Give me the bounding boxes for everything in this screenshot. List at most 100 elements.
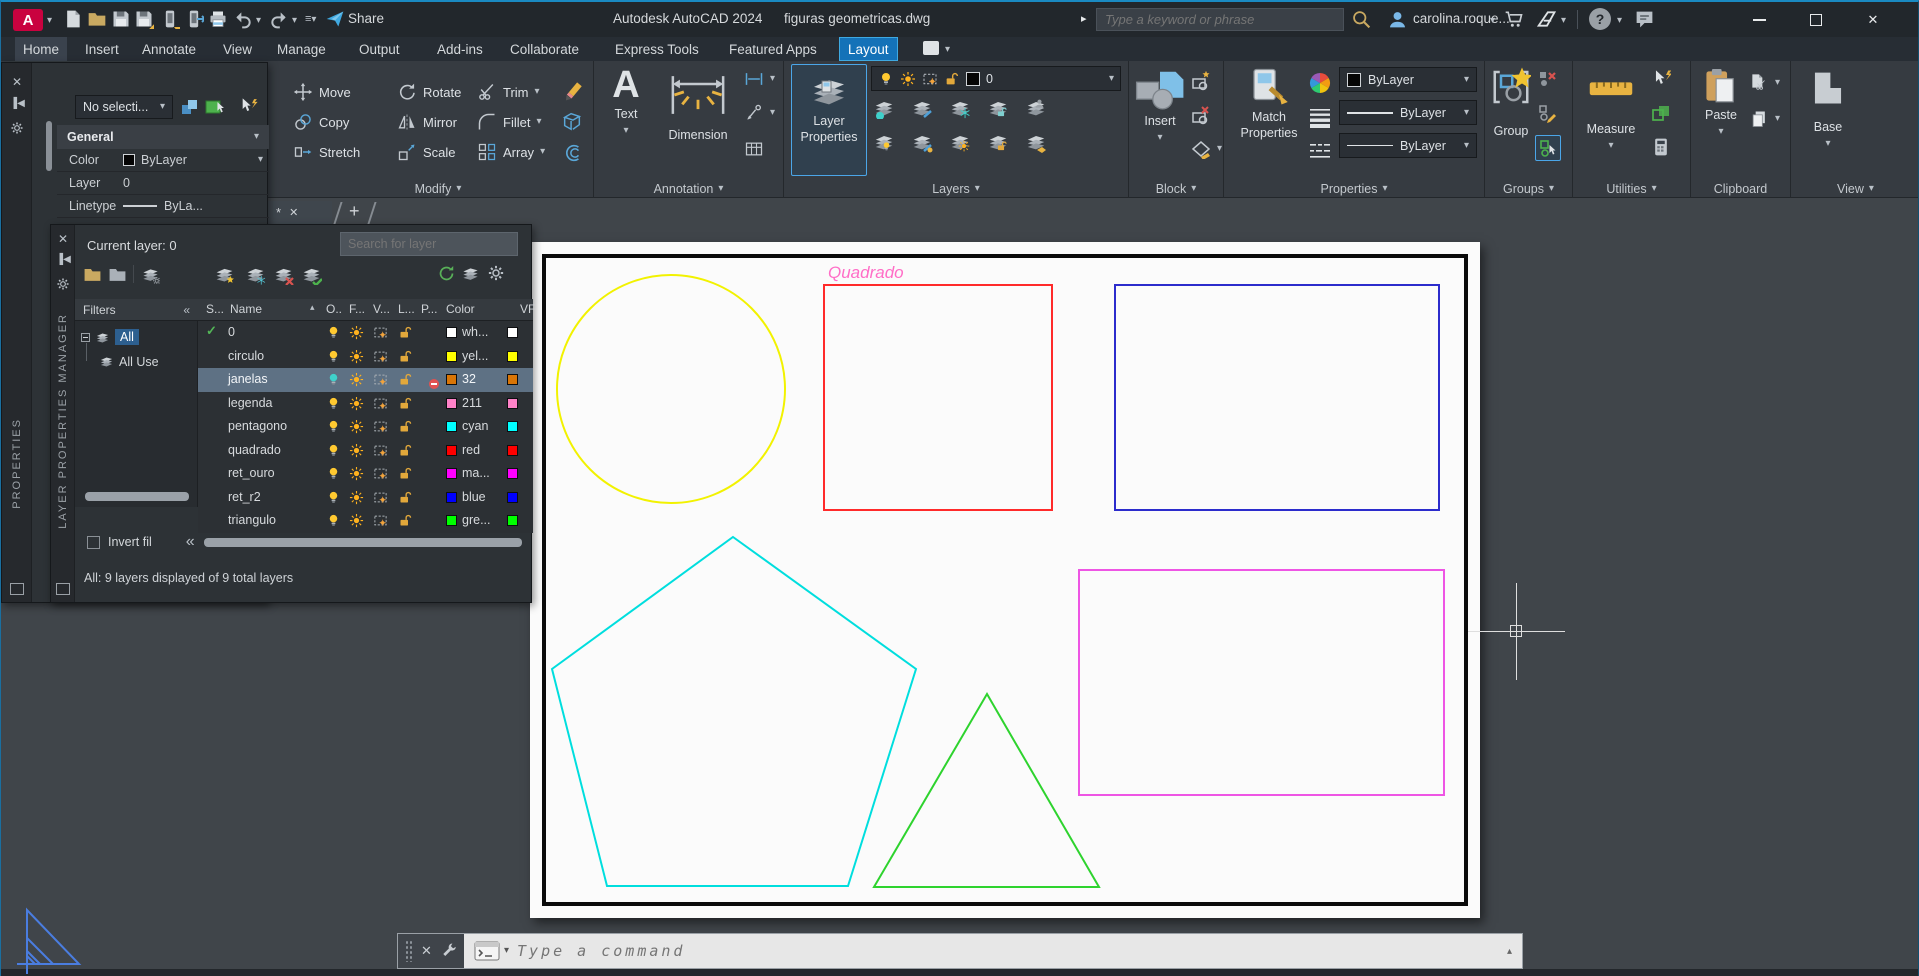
undo-chevron-icon[interactable]: ▾: [256, 16, 261, 26]
save-to-mobile-icon[interactable]: [160, 9, 180, 29]
on-icon[interactable]: [326, 349, 341, 364]
group-edit-button[interactable]: [1537, 103, 1557, 123]
layer-row-4[interactable]: pentagono cyan: [198, 415, 533, 439]
vp-color-swatch[interactable]: [507, 327, 518, 338]
lock-icon[interactable]: [398, 396, 413, 411]
freeze-icon[interactable]: [349, 490, 364, 505]
plot-icon[interactable]: [421, 490, 436, 505]
color-swatch[interactable]: [446, 398, 457, 409]
copy-button[interactable]: Copy: [293, 112, 349, 132]
quick-calc-button[interactable]: [1651, 103, 1671, 123]
invert-filter-control[interactable]: Invert fil «: [87, 533, 195, 551]
magenta-rectangle-shape[interactable]: [1079, 570, 1444, 795]
mirror-button[interactable]: Mirror: [397, 112, 457, 132]
layer-manager-title[interactable]: LAYER PROPERTIES MANAGER: [57, 313, 69, 529]
plot-icon[interactable]: [421, 396, 436, 411]
freeze-icon[interactable]: [349, 325, 364, 340]
layer-row-2-selected[interactable]: janelas 32: [198, 368, 533, 392]
layers-panel-label[interactable]: Layers▾: [784, 179, 1128, 198]
user-name[interactable]: carolina.roque...: [1413, 11, 1510, 26]
tab-addins[interactable]: Add-ins: [429, 37, 491, 61]
quick-select-palette-button[interactable]: [238, 97, 258, 117]
layer-on-icon[interactable]: [878, 71, 894, 87]
tab-output[interactable]: Output: [351, 37, 408, 61]
share-label[interactable]: Share: [348, 11, 384, 26]
selection-combo[interactable]: No selecti... ▾: [75, 95, 173, 119]
vp-freeze-icon[interactable]: [373, 372, 388, 387]
plot-icon[interactable]: [421, 466, 436, 481]
pentagon-shape[interactable]: [552, 537, 916, 886]
command-bar[interactable]: ✕ ▾ ▴: [397, 933, 1523, 969]
app-menu-chevron-icon[interactable]: ▾: [47, 16, 52, 26]
share-icon[interactable]: [325, 9, 345, 29]
layer-manager-settings-icon[interactable]: [56, 277, 70, 291]
vp-freeze-icon[interactable]: [373, 443, 388, 458]
layer-row-1[interactable]: circulo yel...: [198, 345, 533, 369]
general-section-header[interactable]: General ▾: [57, 125, 269, 149]
vp-color-swatch[interactable]: [507, 492, 518, 503]
lock-layer-button[interactable]: [987, 97, 1009, 119]
tab-collaborate[interactable]: Collaborate: [502, 37, 587, 61]
tree-item-all-used[interactable]: All Use: [99, 354, 159, 369]
layer-thaw-all-button[interactable]: [949, 131, 971, 153]
annotation-panel-label[interactable]: Annotation▾: [594, 179, 783, 198]
plot-icon[interactable]: [421, 443, 436, 458]
lock-icon[interactable]: [398, 443, 413, 458]
layer-manager-close-icon[interactable]: ✕: [58, 233, 68, 245]
tab-insert[interactable]: Insert: [77, 37, 127, 61]
layer-unlock-button[interactable]: [987, 131, 1009, 153]
layer-properties-button[interactable]: Layer Properties: [791, 64, 867, 176]
properties-panel-label[interactable]: Properties▾: [1224, 179, 1484, 198]
linetype-property-row[interactable]: Linetype ByLa...: [57, 195, 269, 218]
toggle-pickadd-button[interactable]: [180, 97, 200, 117]
tab-view[interactable]: View: [215, 37, 260, 61]
freeze-icon[interactable]: [349, 419, 364, 434]
color-swatch[interactable]: [446, 492, 457, 503]
layer-row-5[interactable]: quadrado red: [198, 439, 533, 463]
scale-button[interactable]: Scale: [397, 142, 456, 162]
command-input[interactable]: [515, 941, 1507, 961]
blue-rectangle-shape[interactable]: [1115, 285, 1439, 510]
on-icon[interactable]: [326, 325, 341, 340]
vp-color-swatch[interactable]: [507, 515, 518, 526]
vp-color-swatch[interactable]: [507, 445, 518, 456]
layer-list-scrollbar[interactable]: [204, 538, 522, 547]
app-store-cart-icon[interactable]: [1504, 9, 1524, 29]
layer-walk-button[interactable]: [1025, 97, 1047, 119]
vp-freeze-icon[interactable]: [373, 325, 388, 340]
color-wheel-icon[interactable]: [1308, 71, 1332, 95]
tab-layout[interactable]: Layout: [839, 37, 898, 61]
properties-autohide-icon[interactable]: ▐◀: [10, 99, 25, 109]
group-button[interactable]: Group: [1489, 67, 1533, 140]
dimension-button[interactable]: Dimension: [656, 73, 740, 144]
block-panel-label[interactable]: Block▾: [1129, 179, 1223, 198]
layer-list-header[interactable]: S... Name ▴ O.. F... V... L... P... Colo…: [198, 299, 533, 321]
vp-freeze-icon[interactable]: [373, 396, 388, 411]
plot-icon[interactable]: [421, 513, 436, 528]
layer-property-row[interactable]: Layer 0: [57, 172, 269, 195]
paste-button[interactable]: Paste ▾: [1699, 67, 1743, 137]
color-swatch[interactable]: [446, 468, 457, 479]
refresh-icon[interactable]: [437, 264, 456, 283]
vp-freeze-icon[interactable]: [373, 349, 388, 364]
recent-commands-icon[interactable]: [474, 941, 500, 961]
maximize-button[interactable]: [1793, 2, 1839, 37]
lineweight-combo[interactable]: ByLayer ▾: [1339, 100, 1477, 125]
on-icon[interactable]: [326, 490, 341, 505]
object-color-combo[interactable]: ByLayer ▾: [1339, 67, 1477, 92]
layout-paper[interactable]: Quadrado: [530, 242, 1480, 918]
tab-home[interactable]: Home: [15, 37, 67, 61]
properties-settings-icon[interactable]: [10, 121, 24, 135]
layer-combo-chevron-icon[interactable]: ▾: [1109, 74, 1114, 84]
workspace-chevron-icon[interactable]: ▾: [945, 45, 950, 55]
insert-block-button[interactable]: Insert ▾: [1133, 69, 1187, 143]
redo-chevron-icon[interactable]: ▾: [292, 16, 297, 26]
stretch-button[interactable]: Stretch: [293, 142, 360, 162]
feedback-chat-icon[interactable]: [1634, 9, 1655, 30]
freeze-icon[interactable]: [349, 396, 364, 411]
edit-block-button[interactable]: [1191, 105, 1211, 125]
layer-isolate-button[interactable]: [911, 131, 933, 153]
color-swatch[interactable]: [446, 327, 457, 338]
layer-vp-icon[interactable]: [922, 71, 938, 87]
plot-icon[interactable]: [208, 9, 228, 29]
